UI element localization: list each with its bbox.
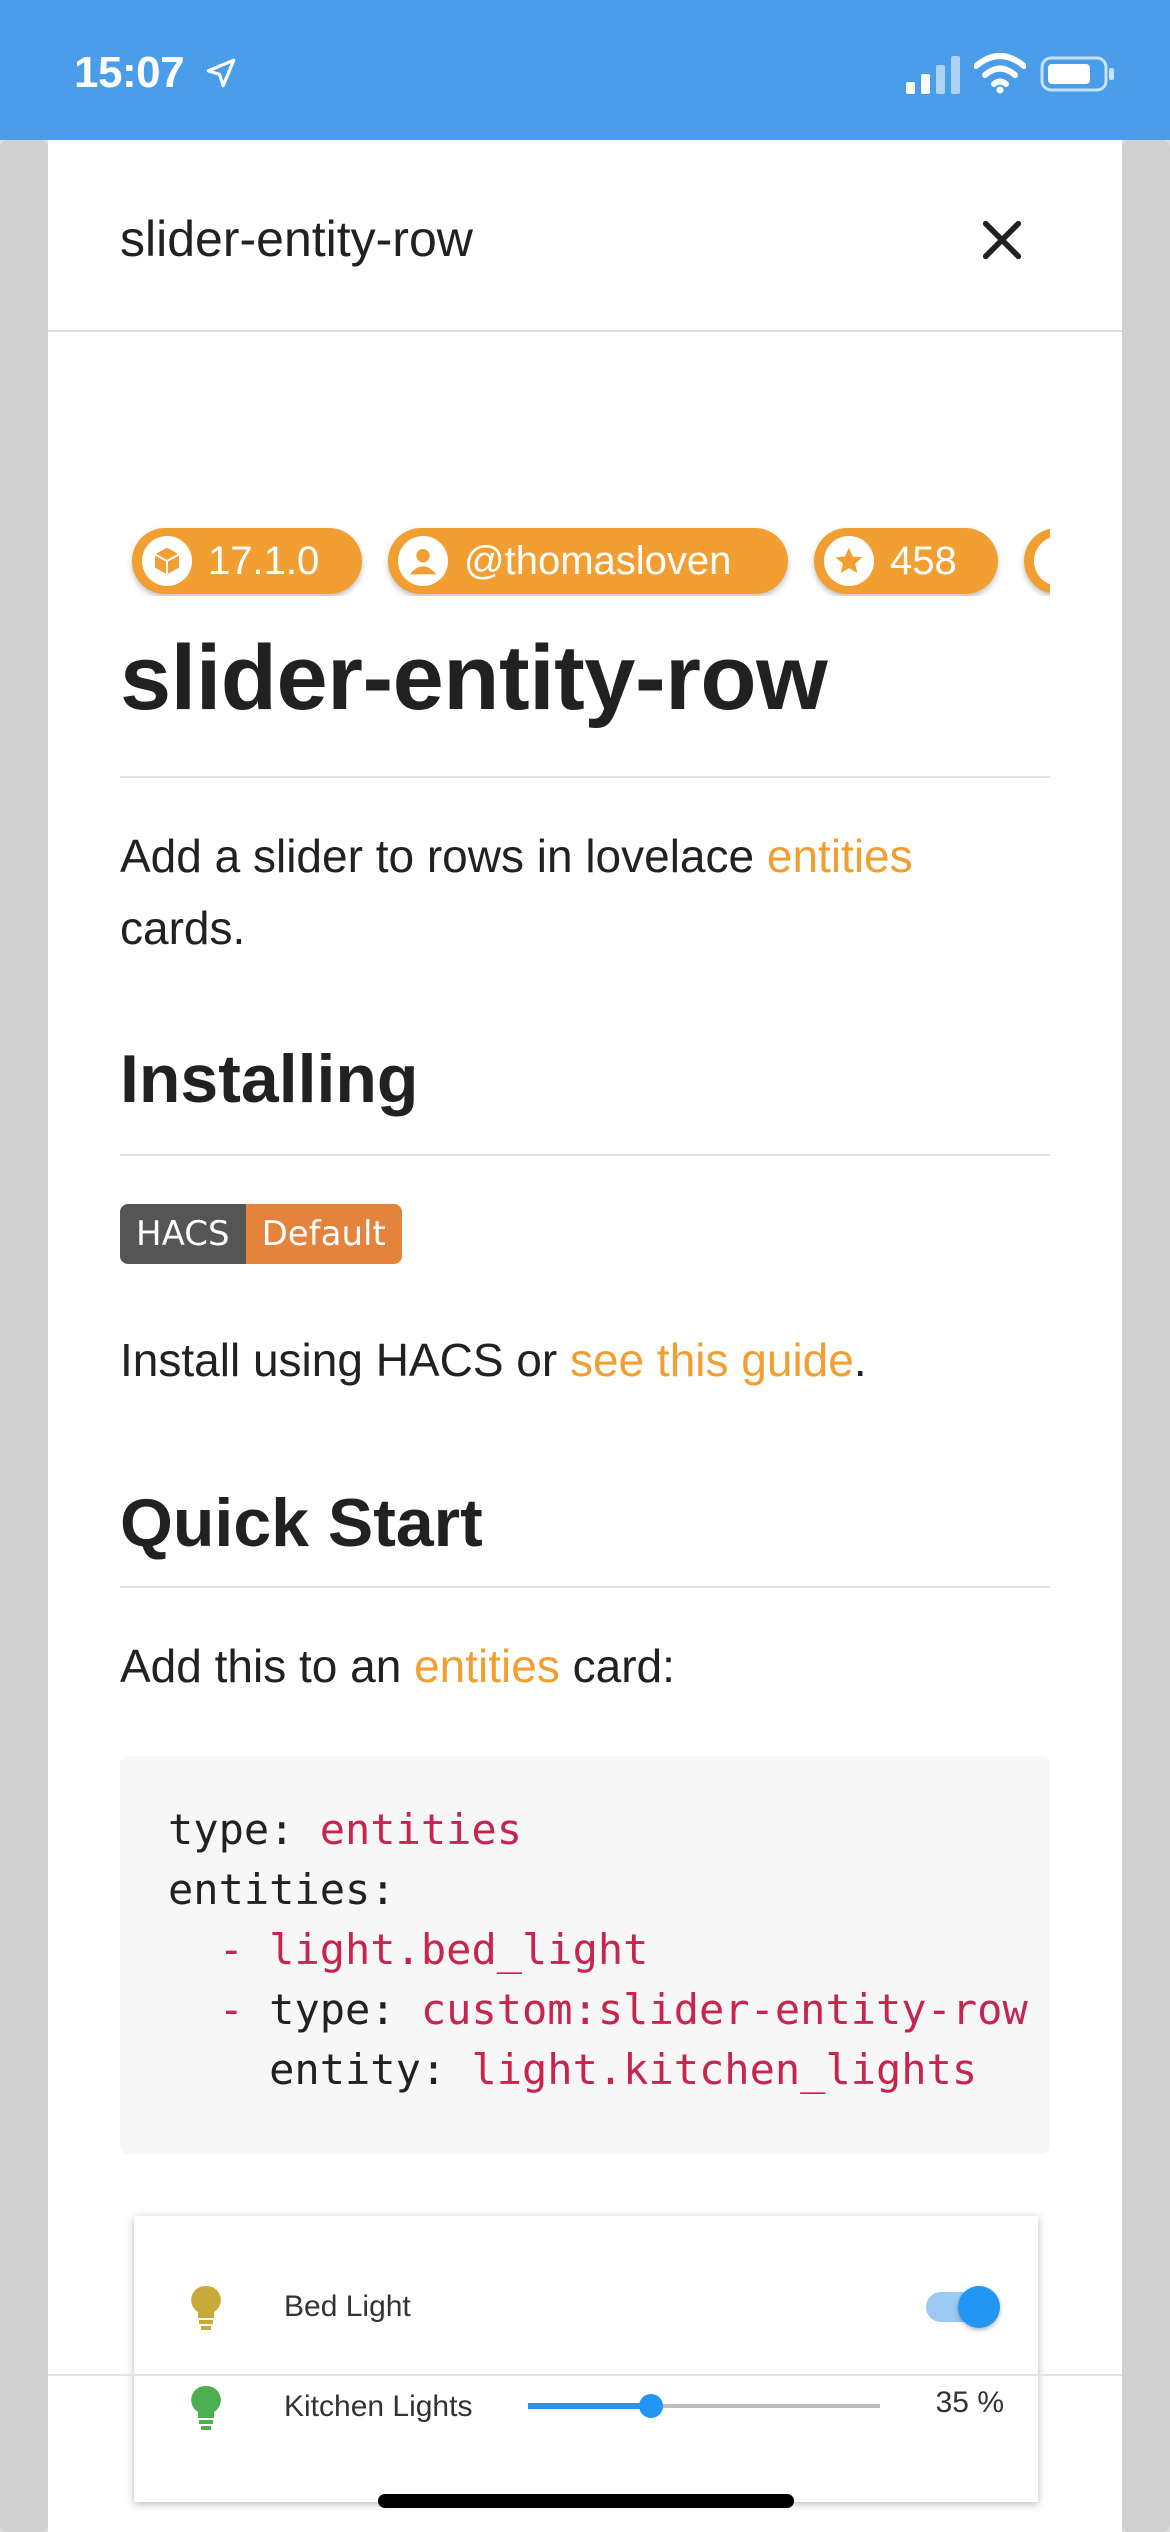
code-line: - light.bed_light — [168, 1925, 649, 1974]
entities-link[interactable]: entities — [767, 830, 913, 882]
intro-text-end: cards. — [120, 902, 246, 954]
installing-heading: Installing — [120, 1041, 419, 1117]
location-arrow-icon — [206, 58, 236, 88]
code-line: entity: light.kitchen_lights — [168, 2045, 978, 2094]
kitchen-slider-fill — [528, 2403, 652, 2409]
version-label: 17.1.0 — [208, 538, 320, 583]
more-badge — [1024, 528, 1050, 594]
kitchen-percent: 35 % — [935, 2386, 1004, 2419]
divider — [120, 776, 1050, 778]
badge-icon — [1034, 536, 1050, 586]
hacs-badge-right: Default — [245, 1204, 402, 1264]
install-text: Install using HACS or — [120, 1334, 570, 1386]
quick-text: Add this to an — [120, 1640, 415, 1692]
badge-row: 17.1.0 @thomasloven 458 — [120, 524, 1050, 596]
kitchen-lights-label: Kitchen Lights — [284, 2390, 473, 2423]
quick-text-end: card: — [559, 1640, 675, 1692]
home-indicator[interactable] — [378, 2494, 794, 2508]
stars-badge: 458 — [814, 528, 998, 594]
battery-icon — [1040, 56, 1114, 92]
status-time: 15:07 — [74, 48, 185, 97]
dialog-header: slider-entity-row — [48, 140, 1122, 332]
code-line: - type: custom:slider-entity-row — [168, 1985, 1028, 2034]
author-label: @thomasloven — [464, 538, 732, 583]
dialog-title: slider-entity-row — [120, 211, 473, 267]
author-badge[interactable]: @thomasloven — [388, 528, 788, 594]
star-icon — [824, 536, 874, 586]
install-paragraph: Install using HACS or see this guide. — [120, 1324, 1050, 1396]
quickstart-heading: Quick Start — [120, 1485, 483, 1561]
background-app-right — [1122, 140, 1170, 2532]
install-text-end: . — [853, 1334, 867, 1386]
readme-title: slider-entity-row — [120, 627, 828, 729]
guide-link[interactable]: see this guide — [570, 1334, 854, 1386]
hacs-badge-left: HACS — [120, 1204, 246, 1264]
preview-card: Bed Light Kitchen Lights 35 % — [134, 2216, 1038, 2502]
stars-label: 458 — [890, 538, 957, 583]
code-line: entities: — [168, 1865, 396, 1914]
bed-light-label: Bed Light — [284, 2290, 411, 2323]
hacs-badge[interactable]: HACS Default — [120, 1204, 402, 1264]
version-badge: 17.1.0 — [132, 528, 362, 594]
intro-paragraph: Add a slider to rows in lovelace entitie… — [120, 820, 1050, 964]
package-icon — [142, 536, 192, 586]
toggle-knob[interactable] — [958, 2286, 1000, 2328]
repository-dialog: slider-entity-row 17.1.0 @thomasloven 45… — [48, 140, 1122, 2532]
close-icon[interactable] — [974, 212, 1030, 268]
divider — [120, 1154, 1050, 1156]
wifi-icon — [974, 53, 1026, 94]
account-icon — [398, 536, 448, 586]
intro-text: Add a slider to rows in lovelace — [120, 830, 767, 882]
code-block: type: entities entities: - light.bed_lig… — [120, 1756, 1050, 2154]
cellular-signal-icon — [906, 56, 960, 94]
entities-link-2[interactable]: entities — [414, 1640, 560, 1692]
code-line: type: entities — [168, 1805, 523, 1854]
bulb-icon — [191, 2285, 221, 2330]
divider — [120, 1586, 1050, 1588]
bulb-icon — [191, 2385, 221, 2430]
readme-content: 17.1.0 @thomasloven 458 slider-entity-ro… — [120, 332, 1050, 2512]
dialog-footer-divider — [48, 2374, 1122, 2376]
kitchen-slider-thumb[interactable] — [639, 2394, 664, 2418]
background-app — [0, 140, 48, 2532]
status-bar: 15:07 — [0, 0, 1170, 140]
quickstart-paragraph: Add this to an entities card: — [120, 1630, 1050, 1702]
